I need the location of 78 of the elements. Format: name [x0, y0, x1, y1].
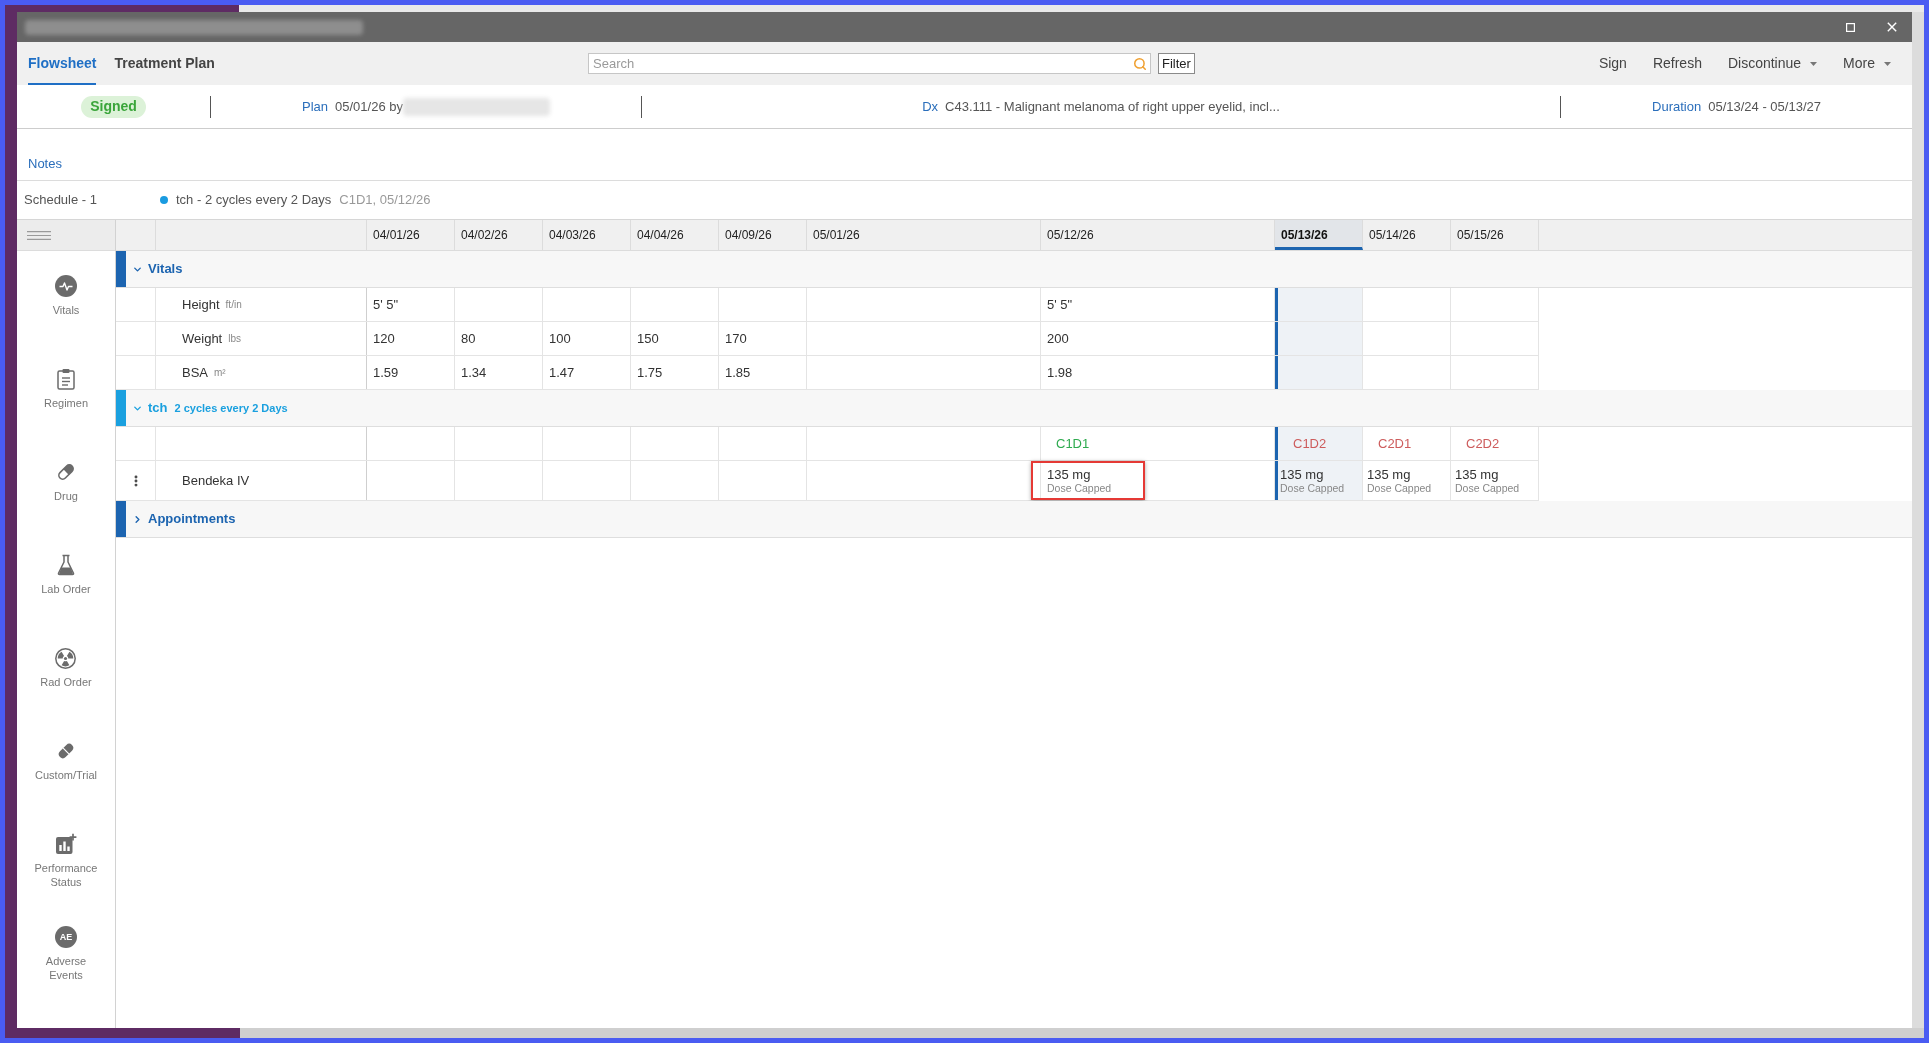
- menu-button[interactable]: More: [1834, 48, 1900, 79]
- column-header[interactable]: 05/01/26: [807, 220, 1041, 250]
- table-cell: 80: [455, 322, 543, 355]
- bar-chart-plus-icon: [55, 833, 77, 855]
- cycle-label: C2D1: [1378, 434, 1412, 453]
- sidebar-item[interactable]: Drug: [54, 461, 78, 503]
- caret-down-icon: [1810, 61, 1818, 66]
- dose-note: Dose Capped: [1280, 481, 1345, 495]
- column-header[interactable]: 04/02/26: [455, 220, 543, 250]
- column-header[interactable]: 04/04/26: [631, 220, 719, 250]
- pill-icon: [56, 462, 76, 482]
- maximize-icon: [1845, 22, 1855, 32]
- table-cell: 1.47: [543, 356, 631, 389]
- dose-text: 135 mg: [1280, 466, 1324, 482]
- table-cell: 100: [543, 322, 631, 355]
- filter-button[interactable]: Filter: [1158, 53, 1195, 74]
- column-header[interactable]: 04/01/26: [367, 220, 455, 250]
- schedule-title: Schedule - 1: [24, 191, 98, 210]
- table-cell: 120: [367, 322, 455, 355]
- clipboard-icon: [57, 368, 75, 390]
- plan-value: 05/01/26 by: [335, 97, 403, 116]
- unit-label: m²: [214, 366, 226, 380]
- group-toggle[interactable]: Vitals: [126, 251, 183, 287]
- toolbar-button[interactable]: Refresh: [1643, 48, 1711, 79]
- schedule-regimen: tch - 2 cycles every 2 Days: [176, 191, 332, 210]
- flask-icon: [57, 554, 75, 576]
- dose-text: 135 mg: [1455, 466, 1499, 482]
- column-header[interactable]: 05/14/26: [1363, 220, 1451, 250]
- unit-label: lbs: [228, 332, 242, 346]
- dx-value: C43.111 - Malignant melanoma of right upper eyelid, incl...: [945, 97, 1280, 116]
- table-cell: 150: [631, 322, 719, 355]
- column-header[interactable]: 05/13/26: [1275, 220, 1363, 250]
- sidebar-item[interactable]: Regimen: [44, 368, 88, 410]
- pulse-circle-icon: [55, 275, 77, 297]
- column-header[interactable]: 04/03/26: [543, 220, 631, 250]
- column-header[interactable]: 04/09/26: [719, 220, 807, 250]
- dx-label[interactable]: Dx: [922, 96, 939, 117]
- row-label: BSA: [182, 363, 208, 382]
- sidebar-item[interactable]: AE Adverse Events: [29, 926, 103, 982]
- cycle-label: C1D1: [1056, 434, 1090, 453]
- dose-note: Dose Capped: [1047, 481, 1112, 495]
- table-cell: 1.59: [367, 356, 455, 389]
- sidebar-item[interactable]: Rad Order: [40, 647, 92, 689]
- cycle-label: C1D2: [1293, 434, 1327, 453]
- toolbar-button[interactable]: Sign: [1589, 48, 1636, 79]
- sidebar-item[interactable]: Lab Order: [41, 554, 91, 596]
- dose-note: Dose Capped: [1367, 481, 1432, 495]
- sidebar-item[interactable]: Custom/Trial: [35, 740, 97, 782]
- column-header[interactable]: 05/15/26: [1451, 220, 1539, 250]
- sidebar-item[interactable]: Vitals: [52, 275, 80, 317]
- dose-note: Dose Capped: [1455, 481, 1520, 495]
- caret-down-icon: [1884, 61, 1891, 66]
- table-cell: 5' 5": [367, 288, 455, 321]
- close-icon: [1887, 22, 1897, 32]
- table-cell: 1.75: [631, 356, 719, 389]
- plan-label[interactable]: Plan: [302, 96, 329, 117]
- status-badge: Signed: [81, 95, 146, 118]
- status-dot-icon: [160, 196, 168, 204]
- notes-link[interactable]: Notes: [28, 156, 62, 172]
- dose-text: 135 mg: [1047, 466, 1091, 482]
- schedule-detail: C1D1, 05/12/26: [339, 191, 431, 210]
- tab[interactable]: Treatment Plan: [114, 42, 215, 85]
- tab[interactable]: Flowsheet: [28, 42, 97, 85]
- duration-value: 05/13/24 - 05/13/27: [1708, 97, 1821, 116]
- row-label: Height: [182, 295, 220, 314]
- table-cell: 170: [719, 322, 807, 355]
- cycle-label: C2D2: [1466, 434, 1500, 453]
- radiation-icon: [55, 647, 77, 669]
- duration-label[interactable]: Duration: [1652, 96, 1702, 117]
- table-cell: 1.34: [455, 356, 543, 389]
- unit-label: ft/in: [225, 298, 242, 312]
- row-label: Weight: [182, 329, 223, 348]
- group-subtitle: 2 cycles every 2 Days: [174, 400, 288, 416]
- sidebar-item[interactable]: Performance Status: [29, 833, 103, 889]
- table-cell: 1.85: [719, 356, 807, 389]
- menu-button[interactable]: Discontinue: [1718, 48, 1827, 79]
- drug-name: Bendeka IV: [182, 471, 250, 490]
- dose-text: 135 mg: [1367, 466, 1411, 482]
